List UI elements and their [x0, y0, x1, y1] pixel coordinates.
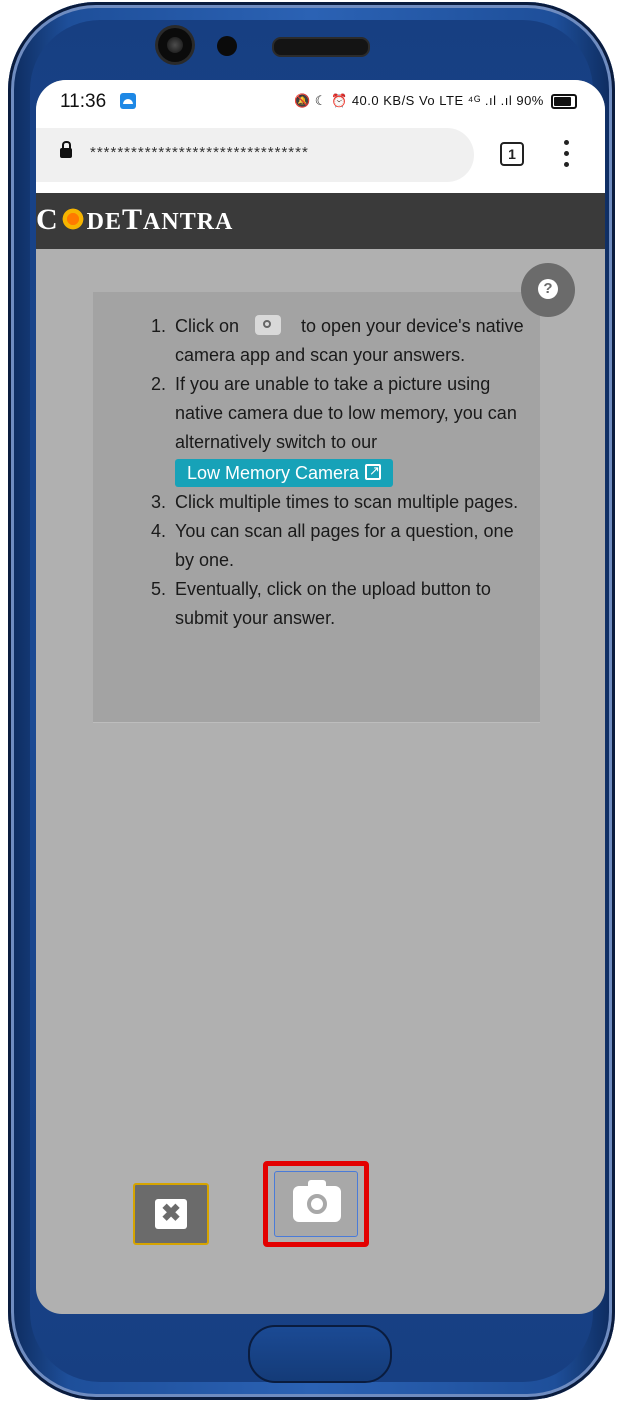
close-icon: ✖ — [155, 1199, 187, 1229]
camera-button[interactable] — [274, 1171, 358, 1237]
help-icon: ? — [538, 279, 558, 299]
camera-icon — [293, 1180, 341, 1222]
lock-icon — [60, 141, 72, 158]
front-camera-icon — [158, 28, 192, 62]
home-button[interactable] — [248, 1325, 392, 1383]
list-item: 3. Click multiple times to scan multiple… — [151, 492, 519, 512]
status-time: 11:36 — [60, 91, 107, 112]
low-memory-camera-button[interactable]: Low Memory Camera — [175, 458, 394, 487]
status-text: 🔕 ☾ ⏰ 40.0 KB/S Vo LTE ⁴ᴳ .ıl .ıl 90% — [293, 93, 544, 108]
status-icons: 🔕 ☾ ⏰ 40.0 KB/S Vo LTE ⁴ᴳ .ıl .ıl 90% — [293, 93, 577, 110]
list-item: 4. You can scan all pages for a question… — [151, 521, 514, 570]
notification-icon — [120, 93, 136, 109]
browser-toolbar: ******************************** 1 — [36, 126, 605, 193]
instructions-panel: 1. Click on to open your device's native … — [93, 292, 540, 723]
status-bar: 11:36 🔕 ☾ ⏰ 40.0 KB/S Vo LTE ⁴ᴳ .ıl .ıl … — [36, 80, 605, 126]
earpiece-speaker — [272, 37, 370, 57]
close-button[interactable]: ✖ — [133, 1183, 209, 1245]
list-item: 2. If you are unable to take a picture u… — [151, 370, 531, 488]
sun-icon — [60, 207, 85, 231]
battery-icon — [551, 94, 577, 110]
camera-icon — [255, 315, 282, 335]
tabs-button[interactable]: 1 — [500, 142, 524, 166]
instructions-list: 1. Click on to open your device's native … — [151, 312, 531, 633]
list-item: 1. Click on to open your device's native … — [151, 315, 524, 365]
address-bar-url: ******************************** — [90, 144, 309, 161]
app-header: C DETANTRA — [36, 193, 605, 249]
codetantra-logo: C DETANTRA — [36, 203, 234, 236]
sensor-icon — [217, 36, 237, 56]
list-item: 5. Eventually, click on the upload butto… — [151, 579, 491, 628]
menu-icon[interactable] — [558, 140, 574, 168]
external-link-icon — [365, 458, 382, 484]
phone-screen: 11:36 🔕 ☾ ⏰ 40.0 KB/S Vo LTE ⁴ᴳ .ıl .ıl … — [36, 80, 605, 1314]
help-button[interactable]: ? — [521, 263, 575, 317]
address-bar[interactable]: ******************************** — [36, 128, 474, 182]
